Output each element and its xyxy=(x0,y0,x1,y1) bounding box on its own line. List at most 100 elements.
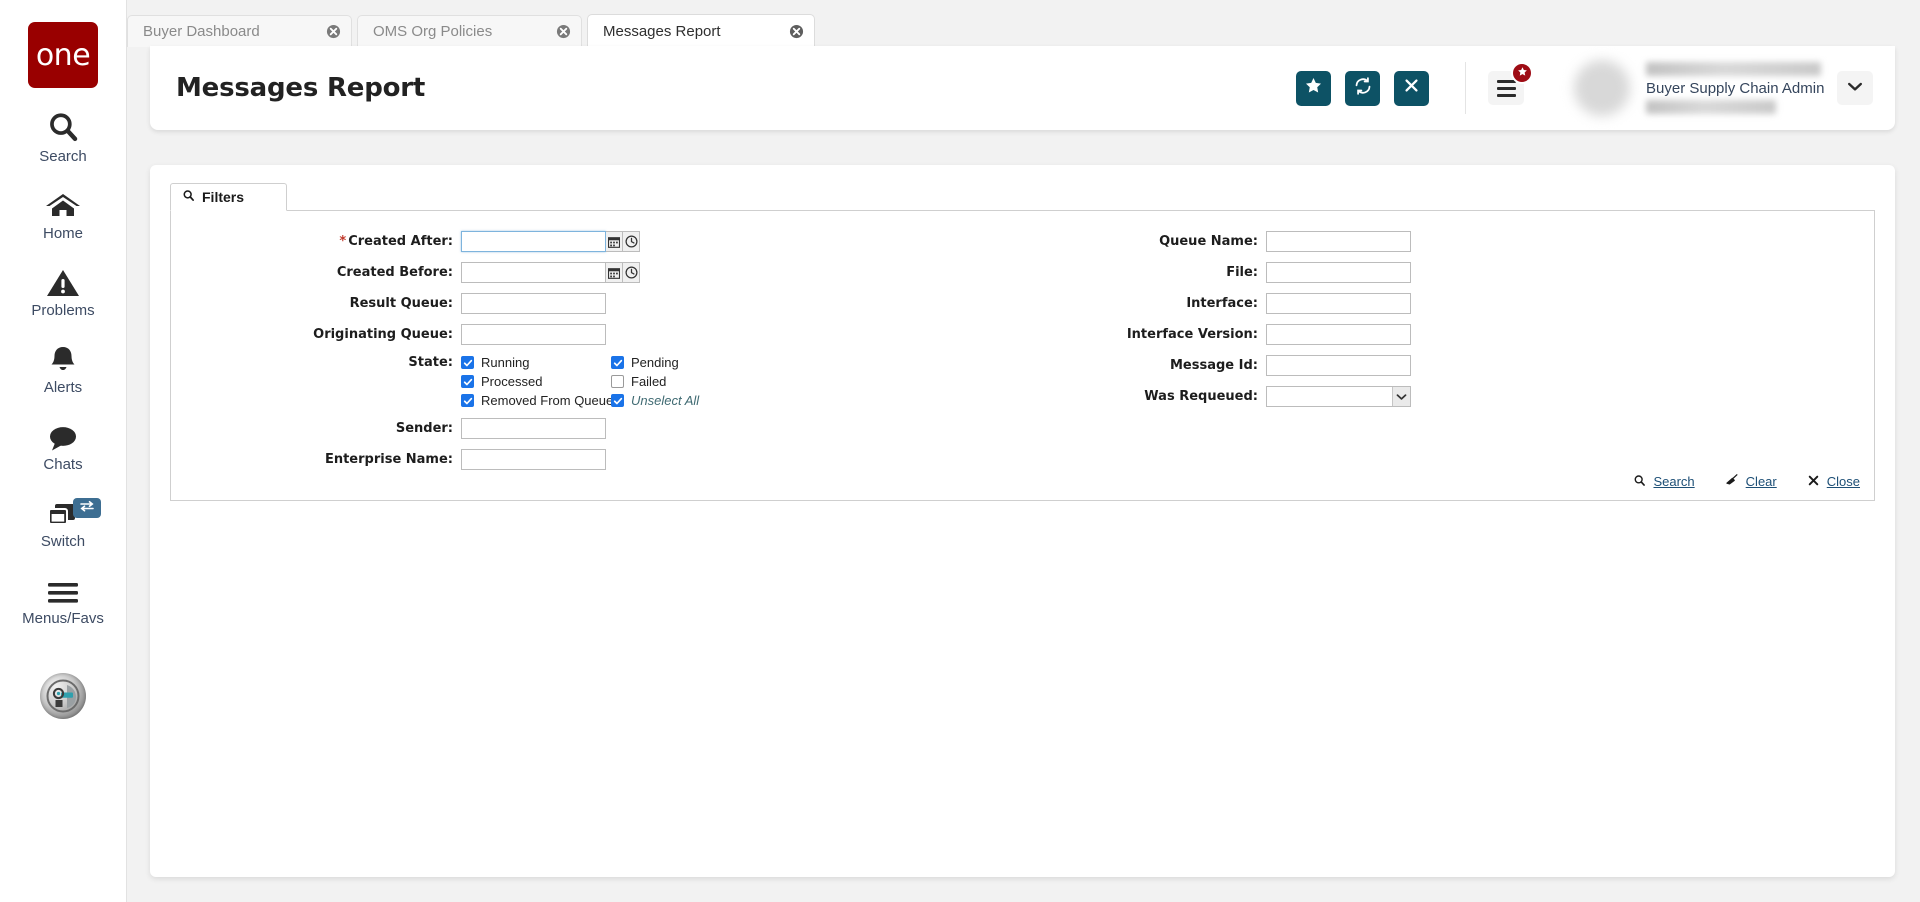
close-button[interactable] xyxy=(1394,70,1429,106)
brand-logo-text: one xyxy=(35,37,91,73)
checkbox-unchecked-icon xyxy=(611,375,624,388)
left-sidebar: one Search Home Problems Alerts Chats Sw… xyxy=(0,0,127,902)
interface-input[interactable] xyxy=(1266,293,1411,314)
calendar-icon[interactable] xyxy=(606,231,623,252)
created-before-input[interactable] xyxy=(461,262,606,283)
checkbox-removed-from-queue[interactable]: Removed From Queue xyxy=(461,391,614,410)
field-file: File: xyxy=(811,260,1411,285)
datetime-control xyxy=(461,231,640,252)
sidebar-item-label: Problems xyxy=(31,302,95,319)
close-icon[interactable] xyxy=(556,24,571,39)
field-label: Originating Queue: xyxy=(313,327,453,342)
tab-messages-report[interactable]: Messages Report xyxy=(587,14,815,47)
clock-icon[interactable] xyxy=(623,231,640,252)
sidebar-item-problems[interactable]: Problems xyxy=(0,264,126,319)
sidebar-item-label: Alerts xyxy=(43,379,83,396)
clock-icon[interactable] xyxy=(623,262,640,283)
user-org-redacted xyxy=(1646,100,1776,114)
sender-input[interactable] xyxy=(461,418,606,439)
sidebar-item-search[interactable]: Search xyxy=(0,110,126,165)
field-created-after: * Created After: xyxy=(171,229,811,254)
checkbox-checked-icon xyxy=(461,375,474,388)
browser-tab-bar: Buyer Dashboard OMS Org Policies Message… xyxy=(127,0,1920,47)
checkbox-label: Pending xyxy=(631,355,679,370)
brand-logo[interactable]: one xyxy=(28,22,98,88)
main-menu-button[interactable] xyxy=(1488,62,1533,105)
menu-favorites-badge xyxy=(1511,62,1533,84)
field-label: Sender: xyxy=(395,421,453,436)
home-icon xyxy=(45,187,81,221)
was-requeued-select[interactable]: Yes No xyxy=(1266,386,1411,407)
checkbox-pending[interactable]: Pending xyxy=(611,353,761,372)
chat-bubble-icon xyxy=(46,418,80,452)
queue-name-input[interactable] xyxy=(1266,231,1411,252)
calendar-icon[interactable] xyxy=(606,262,623,283)
switch-org-badge[interactable] xyxy=(73,498,101,518)
ai-assistant-orb-icon[interactable] xyxy=(40,673,86,719)
field-label: Message Id: xyxy=(1170,358,1258,373)
tab-buyer-dashboard[interactable]: Buyer Dashboard xyxy=(127,15,352,47)
filters-tab[interactable]: Filters xyxy=(170,183,287,211)
checkbox-label: Removed From Queue xyxy=(481,393,614,408)
star-icon xyxy=(1517,64,1528,82)
filters-left-column: * Created After: Created Before: Result … xyxy=(171,229,811,478)
field-label: Enterprise Name: xyxy=(324,452,453,467)
field-label: * Created After: xyxy=(339,234,453,249)
bell-icon xyxy=(47,341,79,375)
refresh-icon xyxy=(1353,76,1373,101)
state-checkbox-grid: Running Pending Processed Failed Removed… xyxy=(461,353,761,410)
header-divider xyxy=(1465,62,1466,114)
x-icon xyxy=(1807,474,1820,490)
interface-version-input[interactable] xyxy=(1266,324,1411,345)
datetime-control xyxy=(461,262,640,283)
close-icon[interactable] xyxy=(789,24,804,39)
user-account-area[interactable]: Buyer Supply Chain Admin xyxy=(1574,60,1873,116)
filters-right-column: Queue Name: File: Interface: Interface V… xyxy=(811,229,1411,415)
favorite-button[interactable] xyxy=(1296,70,1331,106)
user-role-label: Buyer Supply Chain Admin xyxy=(1646,80,1825,97)
created-after-input[interactable] xyxy=(461,231,606,252)
sidebar-item-label: Chats xyxy=(43,456,83,473)
checkbox-checked-icon xyxy=(611,394,624,407)
sidebar-item-alerts[interactable]: Alerts xyxy=(0,341,126,396)
checkbox-processed[interactable]: Processed xyxy=(461,372,611,391)
sidebar-item-chats[interactable]: Chats xyxy=(0,418,126,473)
field-result-queue: Result Queue: xyxy=(171,291,811,316)
tab-oms-org-policies[interactable]: OMS Org Policies xyxy=(357,15,582,47)
field-label: File: xyxy=(1226,265,1258,280)
sidebar-item-label: Switch xyxy=(40,533,86,550)
link-label: Clear xyxy=(1745,474,1777,489)
search-icon xyxy=(182,189,195,205)
checkbox-running[interactable]: Running xyxy=(461,353,611,372)
field-interface-version: Interface Version: xyxy=(811,322,1411,347)
sidebar-item-home[interactable]: Home xyxy=(0,187,126,242)
file-input[interactable] xyxy=(1266,262,1411,283)
checkbox-unselect-all[interactable]: Unselect All xyxy=(611,391,761,410)
refresh-button[interactable] xyxy=(1345,70,1380,106)
result-queue-input[interactable] xyxy=(461,293,606,314)
sidebar-item-switch[interactable]: Switch xyxy=(0,495,126,550)
close-link[interactable]: Close xyxy=(1807,474,1860,490)
originating-queue-input[interactable] xyxy=(461,324,606,345)
field-label: Was Requeued: xyxy=(1144,389,1258,404)
link-label: Search xyxy=(1653,474,1695,489)
search-link[interactable]: Search xyxy=(1633,474,1695,490)
enterprise-name-input[interactable] xyxy=(461,449,606,470)
field-label: Interface Version: xyxy=(1126,327,1258,342)
checkbox-checked-icon xyxy=(461,356,474,369)
field-label: Queue Name: xyxy=(1159,234,1258,249)
x-icon xyxy=(1403,77,1420,99)
sidebar-item-menus-favs[interactable]: Menus/Favs xyxy=(0,572,126,627)
clear-link[interactable]: Clear xyxy=(1725,473,1777,490)
filters-actions: Search Clear Close xyxy=(1603,473,1860,490)
link-label: Close xyxy=(1826,474,1860,489)
chevron-down-icon xyxy=(1847,79,1863,97)
user-identity: Buyer Supply Chain Admin xyxy=(1646,62,1825,114)
close-icon[interactable] xyxy=(326,24,341,39)
user-name-redacted xyxy=(1646,62,1821,76)
user-menu-button[interactable] xyxy=(1837,71,1873,105)
field-label: Interface: xyxy=(1186,296,1258,311)
message-id-input[interactable] xyxy=(1266,355,1411,376)
checkbox-failed[interactable]: Failed xyxy=(611,372,761,391)
swap-arrows-icon xyxy=(79,499,95,517)
